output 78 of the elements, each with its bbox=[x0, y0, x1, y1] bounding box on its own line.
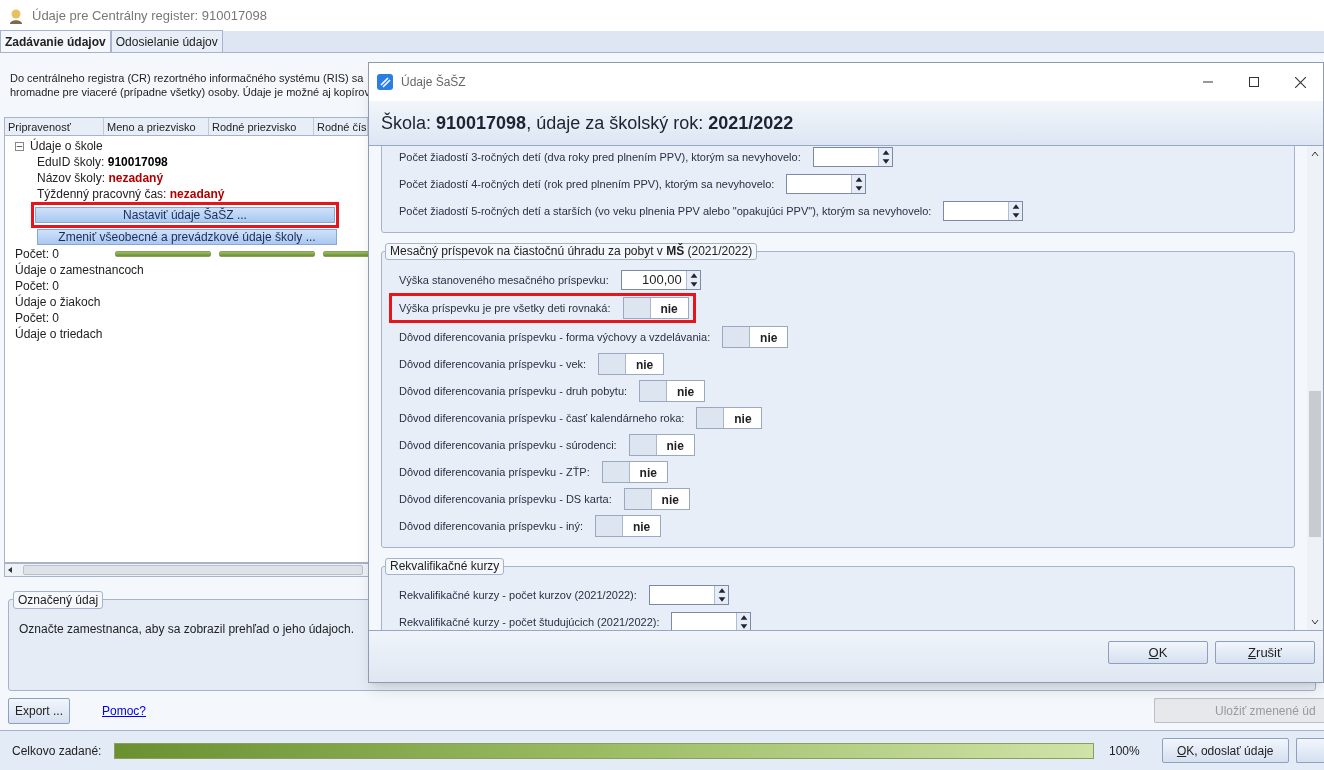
toggle-switch[interactable]: nie bbox=[622, 297, 689, 319]
number-field[interactable] bbox=[648, 584, 729, 605]
field-label: Výška stanoveného mesačného príspevku: bbox=[399, 272, 609, 287]
toggle-switch[interactable]: nie bbox=[598, 352, 665, 375]
intro-text: Do centrálneho registra (CR) rezortného informačného systému (RIS) sa bbox=[10, 71, 364, 85]
tree-action-button[interactable]: Nastaviť údaje ŠaŠZ ... bbox=[35, 207, 335, 223]
tree-action-button[interactable]: Zmeniť všeobecné a prevádzkové údaje školy ... bbox=[37, 229, 337, 245]
app-icon bbox=[8, 7, 24, 24]
toggle-switch[interactable]: nie bbox=[623, 487, 690, 510]
tree-item[interactable]: Údaje o triedach bbox=[15, 325, 107, 343]
hint-text: Označte zamestnanca, aby sa zobrazil prehľad o jeho údajoch. bbox=[19, 622, 355, 636]
app-icon bbox=[377, 74, 393, 90]
window-title: Údaje pre Centrálny register: 910017098 bbox=[32, 6, 267, 25]
scrollbar[interactable] bbox=[1307, 146, 1323, 630]
tree-item[interactable]: Počet: 0 bbox=[15, 277, 107, 295]
spin-buttons-icon[interactable] bbox=[1008, 201, 1023, 220]
field-label: Počet žiadostí 3-ročných detí (dva roky pred plnením PPV), ktorým sa nevyhovelo: bbox=[399, 149, 801, 164]
tree-item[interactable]: Názov školy: nezadaný bbox=[37, 169, 164, 187]
column-header[interactable]: Rodné priezvisko bbox=[209, 118, 314, 135]
field-label: Dôvod diferencovania príspevku - vek: bbox=[399, 356, 587, 371]
field-label: Dôvod diferencovania príspevku - ZŤP: bbox=[399, 464, 590, 479]
scroll-down-icon[interactable] bbox=[1310, 617, 1320, 627]
group-title: Označený údaj bbox=[13, 591, 104, 609]
field-label: Dôvod diferencovania príspevku - súrodenci: bbox=[399, 437, 617, 452]
send-button[interactable]: OK, odoslať údaje bbox=[1161, 738, 1289, 763]
tab[interactable]: Zadávanie údajov bbox=[0, 30, 111, 52]
number-field[interactable] bbox=[786, 173, 867, 194]
field-label: Rekvalifikačné kurzy - počet kurzov (2021/2022): bbox=[399, 587, 637, 602]
toggle-switch[interactable]: nie bbox=[595, 514, 662, 537]
field-label: Dôvod diferencovania príspevku - iný: bbox=[399, 518, 584, 533]
close-icon bbox=[1294, 76, 1306, 88]
scroll-up-icon[interactable] bbox=[1310, 149, 1320, 159]
field-label: Rekvalifikačné kurzy - počet študujúcich (2021/2022): bbox=[399, 614, 660, 629]
scrollbar-thumb[interactable] bbox=[1309, 391, 1321, 537]
tree-item[interactable]: Počet: 0 bbox=[15, 309, 107, 327]
spin-buttons-icon[interactable] bbox=[685, 270, 700, 289]
spin-buttons-icon[interactable] bbox=[736, 612, 751, 630]
field-label: Počet žiadostí 5-ročných detí a starších (vo veku plnenia PPV alebo "opakujúci PPV"), ktorým sa nevyhovelo: bbox=[399, 203, 932, 218]
dialog-title: Údaje ŠaŠZ bbox=[401, 73, 466, 91]
field-label: Výška príspevku je pre všetky deti rovnaká: bbox=[399, 301, 611, 315]
tree-item[interactable]: Počet: 0 bbox=[15, 245, 107, 263]
spin-buttons-icon[interactable] bbox=[713, 585, 728, 604]
tree-item[interactable]: Údaje o zamestnancoch bbox=[15, 261, 144, 279]
tree-item[interactable]: Údaje o škole bbox=[30, 137, 103, 155]
help-link[interactable]: Pomoc? bbox=[102, 701, 147, 720]
toggle-switch[interactable]: nie bbox=[628, 433, 695, 456]
field-label: Dôvod diferencovania príspevku - forma výchovy a vzdelávania: bbox=[399, 329, 711, 344]
toggle-switch[interactable]: nie bbox=[601, 460, 668, 483]
group-title: Mesačný príspevok na čiastočnú úhradu za pobyt v MŠ (2021/2022) bbox=[385, 243, 758, 260]
field-label: Počet žiadostí 4-ročných detí (rok pred plnením PPV), ktorým sa nevyhovelo: bbox=[399, 176, 775, 191]
toggle-switch[interactable]: nie bbox=[722, 325, 789, 348]
ok-button[interactable]: OK bbox=[1108, 641, 1208, 664]
tab[interactable]: Odosielanie údajov bbox=[110, 30, 223, 52]
maximize-icon bbox=[1249, 77, 1259, 87]
column-header[interactable]: Meno a priezvisko bbox=[104, 118, 209, 135]
collapse-icon[interactable] bbox=[15, 141, 24, 151]
tree-item[interactable]: Týždenný pracovný čas: nezadaný bbox=[37, 185, 225, 203]
tree-item[interactable]: Údaje o žiakoch bbox=[15, 293, 107, 311]
tree-item[interactable]: EduID školy: 910017098 bbox=[37, 153, 168, 171]
field-label: Dôvod diferencovania príspevku - DS karta: bbox=[399, 491, 612, 506]
status-label: Celkovo zadané: bbox=[12, 742, 103, 760]
toggle-switch[interactable]: nie bbox=[639, 379, 706, 402]
number-field[interactable] bbox=[671, 611, 752, 630]
spin-buttons-icon[interactable] bbox=[877, 147, 892, 166]
spin-buttons-icon[interactable] bbox=[851, 174, 866, 193]
number-field[interactable] bbox=[812, 146, 893, 167]
export-button[interactable]: Export ... bbox=[8, 697, 70, 724]
dialog-heading: Škola: 910017098, údaje za školský rok: 2021/2022 bbox=[381, 111, 794, 135]
number-field[interactable]: 100,00 bbox=[620, 269, 701, 290]
number-field[interactable] bbox=[943, 200, 1024, 221]
column-header[interactable]: Pripravenosť bbox=[5, 118, 104, 135]
toggle-switch[interactable]: nie bbox=[696, 406, 763, 429]
group-title: Rekvalifikačné kurzy bbox=[385, 558, 505, 575]
field-label: Dôvod diferencovania príspevku - druh pobytu: bbox=[399, 383, 628, 398]
percent-text: 100% bbox=[1109, 742, 1140, 760]
field-label: Dôvod diferencovania príspevku - časť kalendárneho roka: bbox=[399, 410, 685, 425]
cancel-button[interactable]: Zrušiť bbox=[1215, 641, 1315, 664]
intro-text: hromadne pre viaceré (prípadne všetky) osoby. Údaje je možné aj kopírov bbox=[10, 85, 370, 99]
